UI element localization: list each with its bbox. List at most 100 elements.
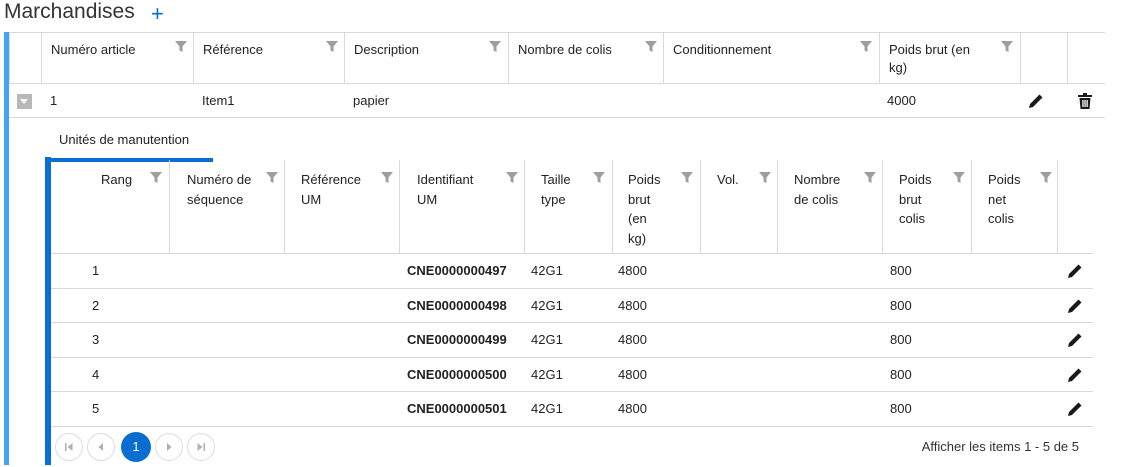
filter-icon[interactable] <box>759 172 771 184</box>
column-header-taille-type[interactable]: Taille type <box>524 160 612 253</box>
cell-poids-brut: 4800 <box>618 366 647 382</box>
cell-identifiant-um: CNE0000000501 <box>407 401 507 416</box>
cell-poids-brut: 4800 <box>618 263 647 278</box>
marchandises-grid: Numéro article Référence Description Nom… <box>9 32 1105 118</box>
cell-poids-brut-colis: 800 <box>890 366 912 382</box>
column-header-description[interactable]: Description <box>344 33 508 84</box>
filter-icon[interactable] <box>150 172 162 184</box>
column-header-rang[interactable]: Rang <box>51 160 169 253</box>
unites-manutention-grid: Rang Numéro de séquence Référence UM Ide… <box>51 160 1093 467</box>
pager: 1 Afficher les items 1 - 5 de 5 <box>51 427 1093 467</box>
column-header-label: Poids brut (en kg) <box>628 172 661 246</box>
grid-header: Rang Numéro de séquence Référence UM Ide… <box>51 160 1093 254</box>
filter-icon[interactable] <box>860 41 872 53</box>
column-header-label: Nombre de colis <box>794 172 841 207</box>
cell-rang: 3 <box>92 332 100 347</box>
pencil-icon[interactable] <box>1028 93 1044 109</box>
chevron-down-icon[interactable] <box>17 94 32 109</box>
column-header-edit <box>1020 33 1067 84</box>
pager-info: Afficher les items 1 - 5 de 5 <box>921 438 1079 454</box>
column-header-label: Identifiant UM <box>417 172 474 207</box>
cell-description: papier <box>353 93 390 108</box>
filter-icon[interactable] <box>1001 41 1013 53</box>
cell-taille-type: 42G1 <box>531 401 563 416</box>
filter-icon[interactable] <box>593 172 605 184</box>
column-header-label: Référence <box>203 42 263 57</box>
column-header-label: Numéro de séquence <box>187 172 252 207</box>
table-row[interactable]: 1 Item1 papier 4000 <box>9 84 1105 118</box>
last-page-icon <box>197 442 205 451</box>
column-header-label: Poids brut colis <box>899 172 932 226</box>
pager-previous-button[interactable] <box>87 432 115 461</box>
column-header-poids-brut[interactable]: Poids brut (en kg) <box>612 160 700 253</box>
pencil-icon[interactable] <box>1067 298 1083 314</box>
cell-taille-type: 42G1 <box>531 332 563 347</box>
cell-identifiant-um: CNE0000000498 <box>407 297 507 313</box>
column-header-numero-article[interactable]: Numéro article <box>41 33 193 84</box>
column-header-label: Rang <box>101 172 133 187</box>
filter-icon[interactable] <box>681 172 693 184</box>
table-row[interactable]: 2 CNE0000000498 42G1 4800 800 <box>51 289 1093 323</box>
column-header-label: Référence UM <box>301 172 361 207</box>
pager-page-button[interactable]: 1 <box>121 431 151 462</box>
previous-page-icon <box>98 442 103 451</box>
cell-rang: 1 <box>92 263 100 278</box>
column-header-conditionnement[interactable]: Conditionnement <box>663 33 879 84</box>
filter-icon[interactable] <box>381 172 393 184</box>
cell-poids-brut-colis: 800 <box>890 297 912 313</box>
filter-icon[interactable] <box>645 41 657 53</box>
cell-poids-brut: 4800 <box>618 297 647 313</box>
filter-icon[interactable] <box>1040 172 1052 184</box>
column-header-numero-sequence[interactable]: Numéro de séquence <box>169 160 284 253</box>
table-row[interactable]: 3 CNE0000000499 42G1 4800 800 <box>51 323 1093 358</box>
pencil-icon[interactable] <box>1067 263 1083 279</box>
filter-icon[interactable] <box>326 41 338 53</box>
filter-icon[interactable] <box>489 41 501 53</box>
filter-icon[interactable] <box>864 172 876 184</box>
cell-reference: Item1 <box>202 93 235 108</box>
cell-poids-brut: 4000 <box>887 93 916 108</box>
cell-identifiant-um: CNE0000000499 <box>407 332 507 347</box>
pencil-icon[interactable] <box>1067 332 1083 348</box>
add-marchandise-button[interactable]: + <box>151 1 164 27</box>
table-row[interactable]: 5 CNE0000000501 42G1 4800 800 <box>51 392 1093 427</box>
cell-poids-brut-colis: 800 <box>890 332 912 347</box>
cell-poids-brut: 4800 <box>618 401 647 416</box>
filter-icon[interactable] <box>506 172 518 184</box>
column-header-reference[interactable]: Référence <box>193 33 344 84</box>
table-row[interactable]: 1 CNE0000000497 42G1 4800 800 <box>51 254 1093 289</box>
column-header-reference-um[interactable]: Référence UM <box>284 160 399 253</box>
cell-poids-brut-colis: 800 <box>890 263 912 278</box>
trash-icon[interactable] <box>1078 93 1092 109</box>
cell-poids-brut: 4800 <box>618 332 647 347</box>
column-header-label: Vol. <box>717 172 739 187</box>
pager-next-button[interactable] <box>155 432 183 461</box>
pencil-icon[interactable] <box>1067 401 1083 417</box>
column-header-vol[interactable]: Vol. <box>700 160 777 253</box>
column-header-nombre-colis[interactable]: Nombre de colis <box>777 160 882 253</box>
cell-taille-type: 42G1 <box>531 366 563 382</box>
first-page-icon <box>65 442 73 451</box>
pager-first-button[interactable] <box>55 432 83 461</box>
column-header-poids-net-colis[interactable]: Poids net colis <box>971 160 1057 253</box>
cell-taille-type: 42G1 <box>531 297 563 313</box>
tab-unites-manutention[interactable]: Unités de manutention <box>45 124 213 162</box>
column-header-poids-brut-colis[interactable]: Poids brut colis <box>882 160 971 253</box>
column-header-label: Conditionnement <box>673 42 772 57</box>
column-header-identifiant-um[interactable]: Identifiant UM <box>399 160 524 253</box>
filter-icon[interactable] <box>953 172 965 184</box>
column-header-label: Nombre de colis <box>518 42 612 57</box>
cell-identifiant-um: CNE0000000497 <box>407 263 507 278</box>
grid-header: Numéro article Référence Description Nom… <box>9 32 1105 84</box>
table-row[interactable]: 4 CNE0000000500 42G1 4800 800 <box>51 358 1093 392</box>
pager-last-button[interactable] <box>187 432 215 461</box>
column-header-edit <box>1057 160 1093 253</box>
filter-icon[interactable] <box>266 172 278 184</box>
column-header-poids-brut[interactable]: Poids brut (en kg) <box>879 33 1020 84</box>
header-expand-column <box>9 33 41 84</box>
cell-poids-brut-colis: 800 <box>890 401 912 416</box>
column-header-nombre-colis[interactable]: Nombre de colis <box>508 33 663 84</box>
pencil-icon[interactable] <box>1067 367 1083 383</box>
cell-rang: 2 <box>92 297 100 313</box>
filter-icon[interactable] <box>175 41 187 53</box>
